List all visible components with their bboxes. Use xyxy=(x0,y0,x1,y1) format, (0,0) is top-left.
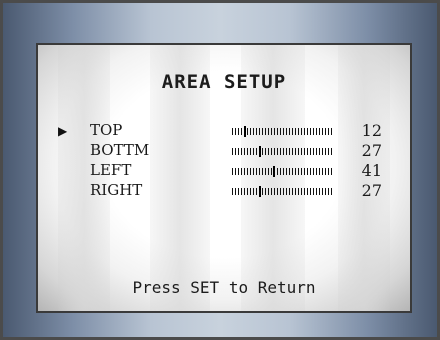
row-value: 27 xyxy=(361,141,382,160)
row-label: LEFT xyxy=(90,161,132,179)
level-marker xyxy=(244,126,246,137)
return-hint: Press SET to Return xyxy=(132,278,316,297)
row-label: BOTTM xyxy=(90,141,150,159)
level-gauge[interactable] xyxy=(232,126,332,137)
row-value: 27 xyxy=(361,181,382,200)
menu-row-bottm[interactable]: BOTTM 27 xyxy=(38,141,410,161)
level-gauge[interactable] xyxy=(232,186,332,197)
menu-row-right[interactable]: RIGHT 27 xyxy=(38,181,410,201)
row-label: RIGHT xyxy=(90,181,143,199)
selection-cursor-icon: ▶ xyxy=(58,124,68,138)
level-gauge[interactable] xyxy=(232,146,332,157)
row-value: 41 xyxy=(361,161,382,180)
level-gauge[interactable] xyxy=(232,166,332,177)
row-label: TOP xyxy=(90,121,123,139)
row-value: 12 xyxy=(361,121,382,140)
level-marker xyxy=(259,186,261,197)
monitor-frame: AREA SETUP ▶ TOP 12 BOTTM 27 LEFT 41 RIG… xyxy=(0,0,440,340)
level-marker xyxy=(259,146,261,157)
menu-row-top[interactable]: ▶ TOP 12 xyxy=(38,121,410,141)
osd-screen: AREA SETUP ▶ TOP 12 BOTTM 27 LEFT 41 RIG… xyxy=(36,43,412,313)
menu-row-left[interactable]: LEFT 41 xyxy=(38,161,410,181)
level-marker xyxy=(273,166,275,177)
menu-title: AREA SETUP xyxy=(161,71,287,93)
